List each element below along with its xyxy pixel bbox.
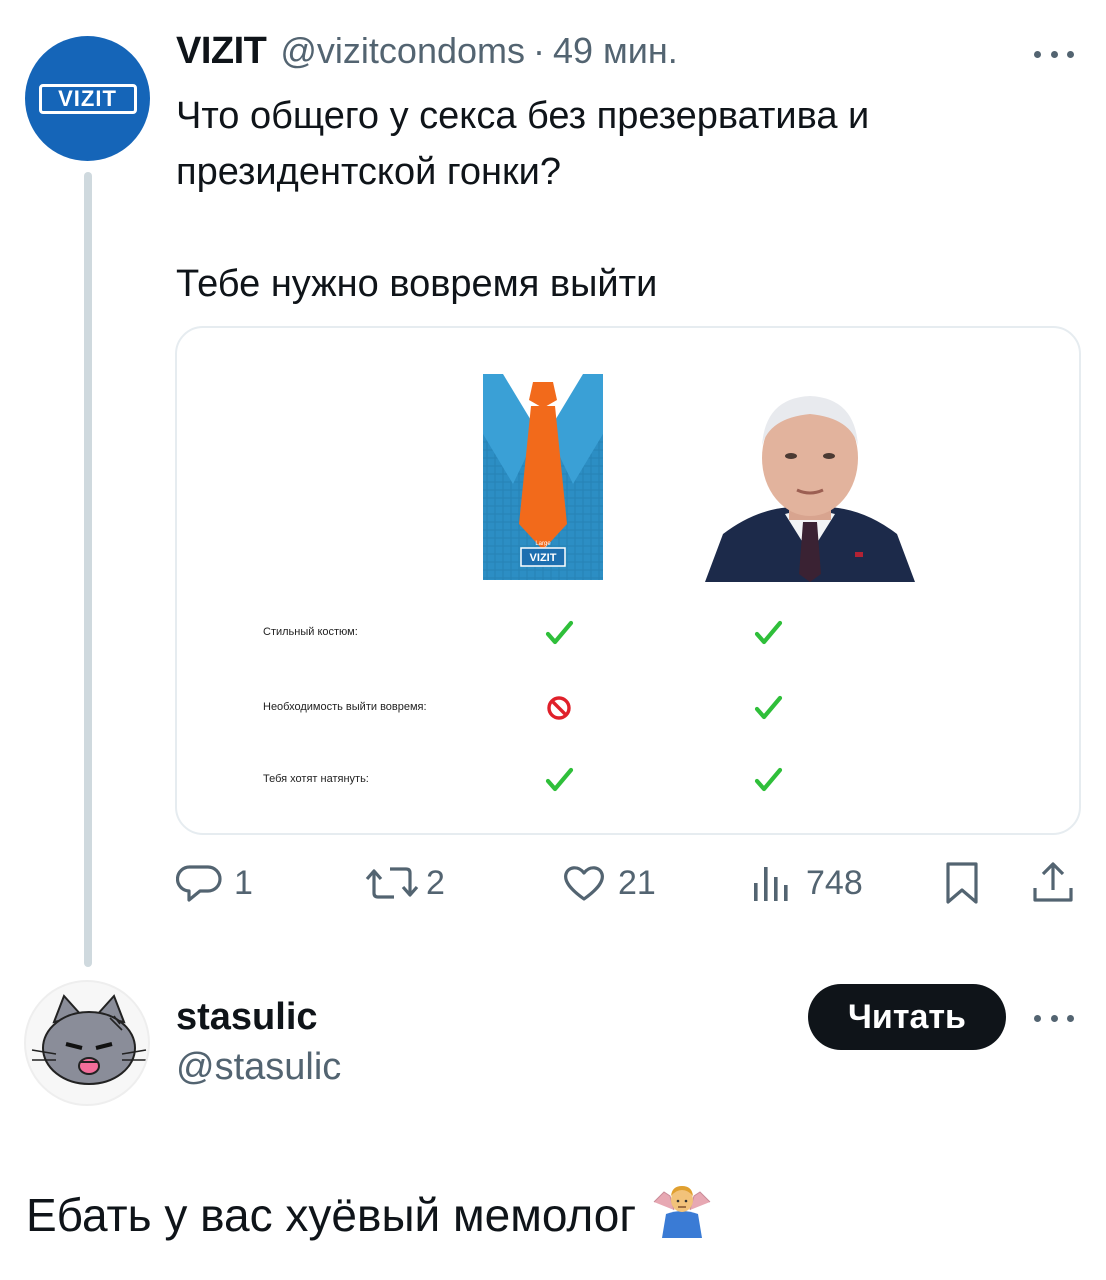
reply-text: Ебать у вас хуёвый мемолог — [26, 1188, 637, 1241]
share-button[interactable] — [1030, 858, 1076, 908]
avatar[interactable]: VIZIT — [25, 36, 150, 161]
retweet-button[interactable]: 2 — [364, 858, 445, 908]
views-count: 748 — [806, 863, 863, 902]
reply-author-name[interactable]: stasulic — [176, 996, 318, 1039]
check-icon — [753, 765, 783, 795]
cat-avatar-image — [31, 994, 147, 1085]
reply-more-horizontal-icon[interactable] — [1034, 1013, 1074, 1023]
reply-icon — [176, 865, 222, 902]
like-icon — [564, 866, 604, 901]
reply-author-handle[interactable]: @stasulic — [176, 1046, 341, 1089]
vizit-logo: VIZIT — [38, 83, 137, 114]
check-icon — [544, 765, 574, 795]
thread-line — [84, 172, 92, 967]
follow-button[interactable]: Читать — [808, 984, 1006, 1050]
forbidden-icon — [544, 693, 574, 723]
like-button[interactable]: 21 — [560, 858, 656, 908]
tweet-header: VIZIT @vizitcondoms · 49 мин. — [176, 30, 678, 76]
comparison-row-label: Тебя хотят натянуть: — [263, 773, 369, 785]
pack-brand-text: VIZIT — [530, 552, 557, 564]
check-icon — [753, 618, 783, 648]
tweet-time[interactable]: 49 мин. — [553, 30, 678, 72]
condom-pack-image: VIZIT Large — [483, 374, 603, 580]
more-horizontal-icon[interactable] — [1034, 49, 1074, 59]
separator-dot: · — [533, 30, 546, 71]
reply-avatar[interactable] — [24, 980, 150, 1106]
comparison-row-label: Стильный костюм: — [263, 626, 358, 638]
tweet-actions: 1 2 21 748 — [0, 858, 1106, 908]
bookmark-icon — [946, 862, 978, 904]
views-icon — [754, 867, 788, 901]
person-shrugging-emoji — [650, 1180, 714, 1249]
retweet-icon — [365, 867, 419, 899]
comparison-row-label: Необходимость выйти вовремя: — [263, 701, 427, 713]
reply-button[interactable]: 1 — [176, 858, 253, 908]
pack-size-text: Large — [535, 541, 551, 547]
check-icon — [544, 618, 574, 648]
author-handle[interactable]: @vizitcondoms — [280, 30, 525, 72]
tweet-media[interactable]: VIZIT Large Стильный костюм: Необходимост… — [175, 326, 1081, 835]
tweet-text: Что общего у секса без презерватива и пр… — [176, 95, 870, 305]
reply-count: 1 — [234, 863, 253, 902]
politician-photo — [705, 396, 915, 582]
share-icon — [1033, 862, 1073, 902]
check-icon — [753, 693, 783, 723]
bookmark-button[interactable] — [942, 858, 982, 908]
retweet-count: 2 — [426, 863, 445, 902]
reply-text-line: Ебать у вас хуёвый мемолог — [26, 1180, 714, 1249]
author-name[interactable]: VIZIT — [176, 30, 267, 73]
views-button[interactable]: 748 — [750, 858, 863, 908]
like-count: 21 — [618, 863, 656, 902]
